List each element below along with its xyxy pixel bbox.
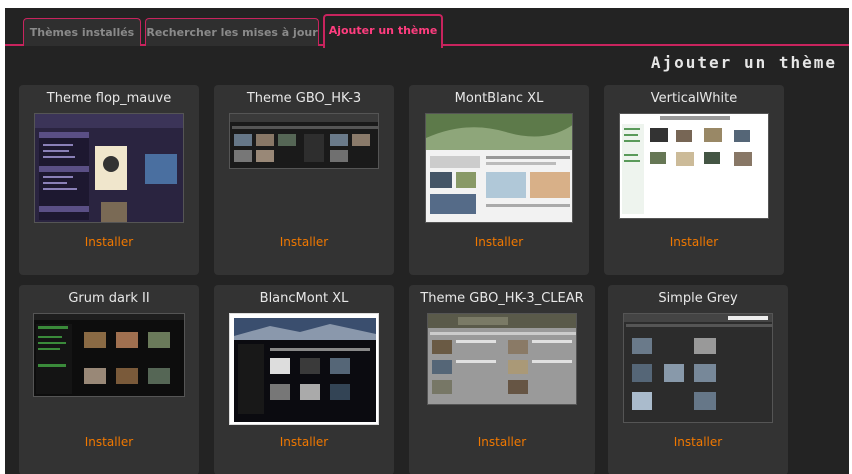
tab-installed-themes[interactable]: Thèmes installés — [23, 18, 141, 46]
theme-preview-thumbnail[interactable] — [425, 113, 573, 223]
tab-bar: Thèmes installés Rechercher les mises à … — [5, 8, 849, 48]
theme-card-gbo-hk-3: Theme GBO_HK-3 Installer — [214, 85, 394, 275]
theme-preview-thumbnail[interactable] — [427, 313, 577, 405]
install-link[interactable]: Installer — [409, 235, 589, 249]
theme-card-verticalwhite: VerticalWhite Installer — [604, 85, 784, 275]
theme-manager-window: Thèmes installés Rechercher les mises à … — [5, 8, 849, 474]
theme-card-gbo-hk-3-clear: Theme GBO_HK-3_CLEAR Installer — [409, 285, 595, 474]
theme-name: BlancMont XL — [259, 291, 349, 306]
theme-name: Theme GBO_HK-3 — [246, 91, 362, 106]
install-link[interactable]: Installer — [604, 235, 784, 249]
install-link[interactable]: Installer — [19, 235, 199, 249]
theme-name: VerticalWhite — [650, 91, 738, 106]
theme-preview-thumbnail[interactable] — [229, 313, 379, 425]
theme-preview-thumbnail[interactable] — [33, 313, 185, 397]
install-link[interactable]: Installer — [19, 435, 199, 449]
theme-preview-thumbnail[interactable] — [623, 313, 773, 423]
install-link[interactable]: Installer — [409, 435, 595, 449]
install-link[interactable]: Installer — [608, 435, 788, 449]
theme-name: Theme GBO_HK-3_CLEAR — [420, 291, 584, 306]
theme-name: Simple Grey — [658, 291, 738, 306]
theme-preview-thumbnail[interactable] — [34, 113, 184, 223]
theme-name: Grum dark II — [68, 291, 150, 306]
theme-name: MontBlanc XL — [454, 91, 544, 106]
install-link[interactable]: Installer — [214, 235, 394, 249]
install-link[interactable]: Installer — [214, 435, 394, 449]
theme-card-montblanc-xl: MontBlanc XL Installer — [409, 85, 589, 275]
theme-preview-thumbnail[interactable] — [619, 113, 769, 219]
page-title: Ajouter un thème — [650, 53, 837, 72]
theme-card-simple-grey: Simple Grey Installer — [608, 285, 788, 474]
theme-card-blancmont-xl: BlancMont XL Installer — [214, 285, 394, 474]
theme-preview-thumbnail[interactable] — [229, 113, 379, 169]
theme-card-flop-mauve: Theme flop_mauve Installer — [19, 85, 199, 275]
theme-card-grum-dark-ii: Grum dark II Installer — [19, 285, 199, 474]
theme-name: Theme flop_mauve — [46, 91, 172, 106]
tab-check-updates[interactable]: Rechercher les mises à jour — [145, 18, 319, 46]
tab-add-theme[interactable]: Ajouter un thème — [323, 14, 443, 48]
